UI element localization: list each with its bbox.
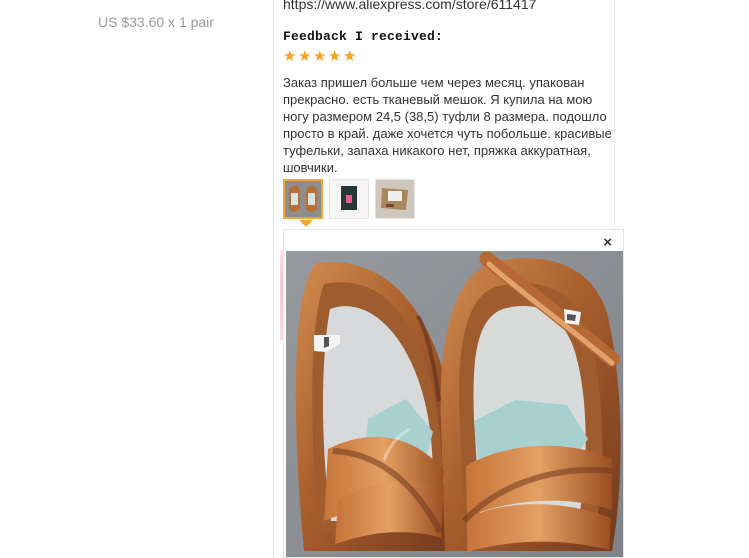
close-icon[interactable]: × [603, 234, 612, 251]
rating-stars: ★ ★ ★ ★ ★ [283, 48, 357, 65]
star-icon: ★ [298, 48, 312, 65]
star-icon: ★ [283, 48, 297, 65]
store-link[interactable]: https://www.aliexpress.com/store/611417 [283, 0, 536, 12]
latin-dance-shoes-photo [286, 251, 623, 557]
star-icon: ★ [313, 48, 327, 65]
dust-bag-photo-thumbnail[interactable] [329, 179, 369, 219]
review-photo-thumbnails [283, 179, 415, 219]
shoes-photo-icon [285, 181, 321, 217]
feedback-heading: Feedback I received: [283, 29, 444, 44]
dust-bag-photo-icon [330, 180, 368, 218]
review-text: Заказ пришел больше чем через месяц. упа… [283, 75, 612, 175]
selected-thumbnail-pointer [299, 220, 313, 227]
order-price-quantity: US $33.60 x 1 pair [98, 14, 214, 30]
star-icon: ★ [343, 48, 357, 65]
review-photo-preview: × [283, 229, 624, 558]
star-icon: ★ [328, 48, 342, 65]
page-background [624, 0, 749, 558]
package-photo-icon [376, 180, 414, 218]
package-photo-thumbnail[interactable] [375, 179, 415, 219]
shoes-photo-thumbnail[interactable] [283, 179, 323, 219]
